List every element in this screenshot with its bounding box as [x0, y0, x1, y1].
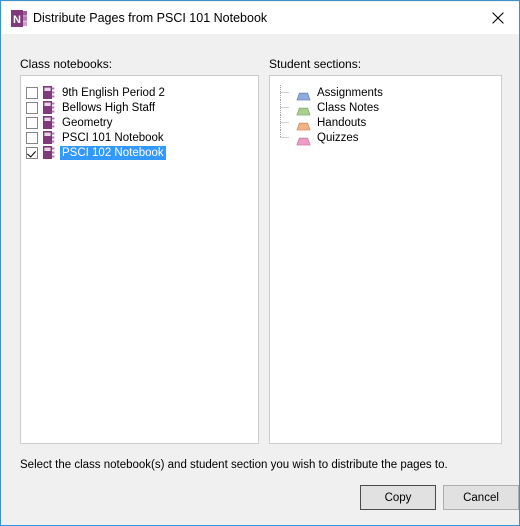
- list-item-label: Assignments: [317, 86, 383, 99]
- class-notebooks-label: Class notebooks:: [20, 57, 113, 71]
- dialog-body: Class notebooks: Student sections: 9th E…: [2, 34, 519, 525]
- list-item[interactable]: Class Notes: [278, 100, 379, 116]
- list-item-label: Class Notes: [317, 101, 379, 114]
- list-item[interactable]: PSCI 101 Notebook: [26, 130, 166, 145]
- cancel-button[interactable]: Cancel: [443, 485, 519, 510]
- checkbox-notebook-2[interactable]: [26, 116, 38, 129]
- notebook-icon: [43, 131, 55, 144]
- tree-branch-icon: [278, 85, 296, 100]
- list-item[interactable]: Handouts: [278, 115, 367, 131]
- title-bar: N Distribute Pages from PSCI 101 Noteboo…: [2, 2, 519, 34]
- section-tab-icon: [296, 103, 311, 116]
- tree-branch-icon: [278, 130, 296, 145]
- list-item[interactable]: 9th English Period 2: [26, 85, 167, 100]
- notebook-icon: [43, 146, 55, 159]
- checkbox-notebook-3[interactable]: [26, 131, 38, 144]
- list-item-label: Geometry: [62, 116, 113, 129]
- list-item[interactable]: Geometry: [26, 115, 115, 130]
- svg-text:N: N: [13, 14, 21, 26]
- list-item[interactable]: Bellows High Staff: [26, 100, 157, 115]
- section-tab-icon: [296, 133, 311, 146]
- close-icon[interactable]: [476, 2, 519, 34]
- student-sections-list[interactable]: Assignments Class Notes Handouts Quizzes: [269, 75, 502, 444]
- checkbox-notebook-4[interactable]: [26, 146, 38, 159]
- section-tab-icon: [296, 118, 311, 131]
- notebook-icon: [43, 86, 55, 99]
- list-item[interactable]: Assignments: [278, 85, 383, 101]
- list-item[interactable]: Quizzes: [278, 130, 359, 146]
- distribute-pages-dialog: N Distribute Pages from PSCI 101 Noteboo…: [0, 0, 520, 526]
- checkbox-notebook-1[interactable]: [26, 101, 38, 114]
- onenote-icon: N: [11, 10, 28, 27]
- list-item-label: Bellows High Staff: [62, 101, 156, 114]
- student-sections-label: Student sections:: [269, 57, 362, 71]
- list-item-label: 9th English Period 2: [62, 86, 165, 99]
- list-item-label: PSCI 101 Notebook: [62, 131, 164, 144]
- tree-branch-icon: [278, 115, 296, 130]
- list-item-label: Quizzes: [317, 131, 359, 144]
- class-notebooks-list[interactable]: 9th English Period 2 Bellows High Staff: [20, 75, 259, 444]
- list-item[interactable]: PSCI 102 Notebook: [26, 145, 166, 160]
- list-item-label: PSCI 102 Notebook: [60, 145, 166, 160]
- instruction-text: Select the class notebook(s) and student…: [20, 459, 448, 471]
- section-tab-icon: [296, 88, 311, 101]
- copy-button[interactable]: Copy: [360, 485, 436, 510]
- notebook-icon: [43, 116, 55, 129]
- tree-branch-icon: [278, 100, 296, 115]
- checkbox-notebook-0[interactable]: [26, 86, 38, 99]
- list-item-label: Handouts: [317, 116, 367, 129]
- page-title: Distribute Pages from PSCI 101 Notebook: [33, 11, 268, 25]
- notebook-icon: [43, 101, 55, 114]
